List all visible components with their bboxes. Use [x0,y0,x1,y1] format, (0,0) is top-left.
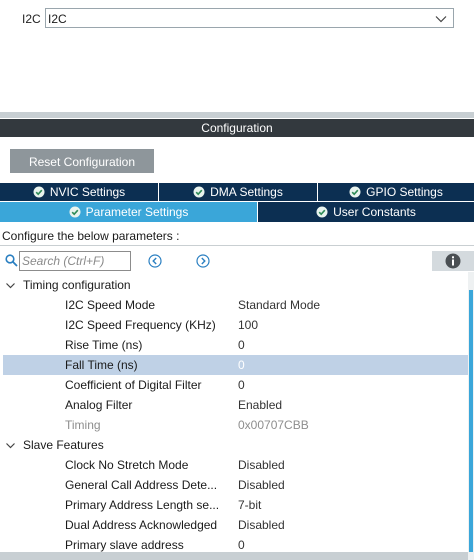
next-match-icon[interactable] [196,254,210,268]
chevron-down-icon [435,16,447,23]
configuration-header: Configuration [0,119,474,137]
group-label: Timing configuration [23,278,131,292]
tab-label: DMA Settings [210,185,283,199]
tab-label: GPIO Settings [366,185,443,199]
param-row-i2c-speed-frequency[interactable]: I2C Speed Frequency (KHz) 100 [3,315,468,335]
info-button[interactable] [432,251,474,271]
mode-label: I2C [22,12,41,26]
tab-nvic-settings[interactable]: NVIC Settings [0,183,159,201]
param-value[interactable]: Disabled [238,455,285,475]
search-icon [5,254,18,267]
check-circle-icon [349,186,361,198]
param-value[interactable]: 0 [238,335,245,355]
divider [0,245,474,246]
param-row-digital-filter[interactable]: Coefficient of Digital Filter 0 [3,375,468,395]
check-circle-icon [316,206,328,218]
search-input[interactable] [19,251,131,271]
param-name: Clock No Stretch Mode [65,458,189,472]
group-label: Slave Features [23,438,104,452]
horizontal-scrollbar[interactable] [0,552,468,560]
tab-label: Parameter Settings [85,205,189,219]
param-value: 0x00707CBB [238,418,309,432]
param-name: I2C Speed Frequency (KHz) [65,318,216,332]
panel-splitter[interactable] [0,112,474,118]
param-value[interactable]: 7-bit [238,495,261,515]
param-name: Rise Time (ns) [65,338,143,352]
parameters-hint: Configure the below parameters : [2,229,180,243]
param-row-rise-time[interactable]: Rise Time (ns) 0 [3,335,468,355]
chevron-down-icon [6,283,15,289]
group-slave-features[interactable]: Slave Features [3,435,233,455]
reset-configuration-button[interactable]: Reset Configuration [10,149,154,173]
group-timing-configuration[interactable]: Timing configuration [3,275,233,295]
param-value[interactable]: 100 [238,315,258,335]
mode-select-value: I2C [48,12,67,26]
info-icon [445,253,461,269]
param-value[interactable]: Standard Mode [238,295,320,315]
check-circle-icon [33,186,45,198]
param-name: General Call Address Dete... [65,478,218,492]
param-name: Dual Address Acknowledged [65,518,218,532]
param-value[interactable]: 0 [238,375,245,395]
param-name: Analog Filter [65,398,133,412]
tab-dma-settings[interactable]: DMA Settings [159,183,318,201]
check-circle-icon [193,186,205,198]
tab-parameter-settings[interactable]: Parameter Settings [0,202,258,222]
param-value[interactable]: 0 [238,355,245,375]
param-name: I2C Speed Mode [65,298,156,312]
chevron-down-icon [6,443,15,449]
scrollbar-thumb[interactable] [469,290,473,552]
mode-select[interactable]: I2C [45,8,454,28]
param-name: Timing [65,418,101,432]
param-row-analog-filter[interactable]: Analog Filter Enabled [3,395,468,415]
tab-label: User Constants [333,205,416,219]
tab-label: NVIC Settings [49,185,126,199]
param-row-i2c-speed-mode[interactable]: I2C Speed Mode Standard Mode [3,295,468,315]
param-value[interactable]: Disabled [238,475,285,495]
param-value[interactable]: Disabled [238,515,285,535]
param-value[interactable]: Enabled [238,395,282,415]
param-row-address-length[interactable]: Primary Address Length se... 7-bit [3,495,468,515]
param-name: Coefficient of Digital Filter [65,378,202,392]
check-circle-icon [69,206,81,218]
tab-user-constants[interactable]: User Constants [258,202,474,222]
tab-gpio-settings[interactable]: GPIO Settings [318,183,474,201]
param-row-fall-time[interactable]: Fall Time (ns) 0 [3,355,468,375]
previous-match-icon[interactable] [148,254,162,268]
param-row-general-call[interactable]: General Call Address Dete... Disabled [3,475,468,495]
param-name: Primary Address Length se... [65,498,220,512]
param-name: Fall Time (ns) [65,358,138,372]
param-row-clock-no-stretch[interactable]: Clock No Stretch Mode Disabled [3,455,468,475]
param-row-dual-address[interactable]: Dual Address Acknowledged Disabled [3,515,468,535]
param-row-timing: Timing 0x00707CBB [3,415,468,435]
